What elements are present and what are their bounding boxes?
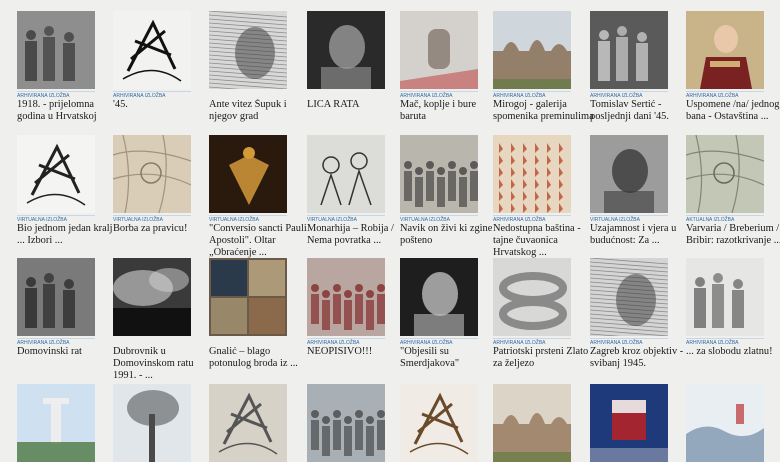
exhibition-title-link[interactable]: Zagreb kroz objektiv - svibanj 1945. [590,346,694,370]
exhibition-thumbnail[interactable] [307,258,385,336]
exhibition-thumbnail[interactable] [400,384,478,462]
exhibition-thumbnail[interactable] [17,11,95,89]
exhibition-thumbnail[interactable] [590,135,668,213]
exhibition-title-link[interactable]: Nedostupna baština - tajne čuvaonica Hrv… [493,223,597,260]
exhibition-title-link[interactable]: Ante vitez Šupuk i njegov grad [209,99,313,123]
exhibition-thumbnail[interactable] [493,384,571,462]
exhibition-category-label: VIRTUALNA IZLOŽBA [400,215,478,223]
exhibition-thumbnail[interactable] [686,11,764,89]
exhibition-thumbnail[interactable] [400,258,478,336]
exhibition-category-label: AKTUALNA IZLOŽBA [686,215,764,223]
exhibition-title-link[interactable]: Dubrovnik u Domovinskom ratu 1991. - ... [113,346,217,383]
exhibition-category-label: ARHIVIRANA IZLOŽBA [17,338,95,346]
exhibition-thumbnail[interactable] [686,135,764,213]
exhibition-thumbnail[interactable] [113,135,191,213]
exhibition-title-link[interactable]: Navik on živi ki zgine pošteno [400,223,504,247]
exhibition-title-link[interactable]: Monarhija – Robija / Nema povratka ... [307,223,411,247]
exhibition-thumbnail[interactable] [686,384,764,462]
exhibition-category-label: ARHIVIRANA IZLOŽBA [400,91,478,99]
exhibition-category-label: ARHIVIRANA IZLOŽBA [307,338,385,346]
exhibition-title-link[interactable]: Uzajamnost i vjera u budućnost: Za ... [590,223,694,247]
exhibition-category-label: VIRTUALNA IZLOŽBA [209,215,287,223]
exhibition-title-link[interactable]: Uspomene /na/ jednog bana - Ostavština .… [686,99,780,123]
exhibition-category-label: ARHIVIRANA IZLOŽBA [493,215,571,223]
exhibition-title-link[interactable]: "Conversio sancti Pauli Apostoli". Oltar… [209,223,313,260]
exhibition-title-link[interactable]: Domovinski rat [17,346,121,358]
exhibition-thumbnail[interactable] [590,11,668,89]
exhibition-thumbnail[interactable] [307,384,385,462]
exhibition-thumbnail[interactable] [307,135,385,213]
exhibition-title-link[interactable]: 1918. - prijelomna godina u Hrvatskoj [17,99,121,123]
exhibition-category-label: VIRTUALNA IZLOŽBA [17,215,95,223]
exhibition-thumbnail[interactable] [209,384,287,462]
exhibition-category-label: ARHIVIRANA IZLOŽBA [590,338,668,346]
exhibition-category-label: ARHIVIRANA IZLOŽBA [686,91,764,99]
exhibition-thumbnail[interactable] [493,135,571,213]
exhibition-category-label: ARHIVIRANA IZLOŽBA [113,91,191,99]
exhibition-title-link[interactable]: Bio jednom jedan kralj ... Izbori ... [17,223,121,247]
exhibition-title-link[interactable]: ... za slobodu zlatnu! [686,346,780,358]
exhibition-thumbnail[interactable] [590,258,668,336]
exhibition-thumbnail[interactable] [493,258,571,336]
exhibition-category-label: ARHIVIRANA IZLOŽBA [686,338,764,346]
exhibition-thumbnail[interactable] [113,384,191,462]
exhibition-thumbnail[interactable] [209,11,287,89]
exhibition-title-link[interactable]: '45. [113,99,217,111]
exhibition-title-link[interactable]: Borba za pravicu! [113,223,217,235]
exhibition-thumbnail[interactable] [17,135,95,213]
exhibition-category-label: VIRTUALNA IZLOŽBA [590,215,668,223]
exhibition-thumbnail[interactable] [307,11,385,89]
exhibition-title-link[interactable]: Mač, koplje i bure baruta [400,99,504,123]
exhibition-title-link[interactable]: Varvaria / Breberium / Bribir: razotkriv… [686,223,780,247]
exhibition-title-link[interactable]: Tomislav Sertić - posljednji dani '45. [590,99,694,123]
exhibition-thumbnail[interactable] [17,384,95,462]
virtual-exhibitions-grid: { "category_virtual": "VIRTUALNA IZLOŽBA… [0,0,780,462]
exhibition-thumbnail[interactable] [686,258,764,336]
exhibition-thumbnail[interactable] [400,135,478,213]
exhibition-thumbnail[interactable] [113,258,191,336]
exhibition-title-link[interactable]: LICA RATA [307,99,411,111]
exhibition-thumbnail[interactable] [590,384,668,462]
exhibition-title-link[interactable]: Gnalić – blago potonulog broda iz ... [209,346,313,370]
exhibition-category-label: ARHIVIRANA IZLOŽBA [590,91,668,99]
exhibition-category-label: ARHIVIRANA IZLOŽBA [493,91,571,99]
exhibition-thumbnail[interactable] [209,135,287,213]
exhibition-thumbnail[interactable] [113,11,191,89]
exhibition-category-label: ARHIVIRANA IZLOŽBA [400,338,478,346]
exhibition-thumbnail[interactable] [17,258,95,336]
exhibition-thumbnail[interactable] [493,11,571,89]
exhibition-category-label: VIRTUALNA IZLOŽBA [307,215,385,223]
exhibition-title-link[interactable]: NEOPISIVO!!! [307,346,411,358]
exhibition-title-link[interactable]: Patriotski prsteni Zlato za željezo [493,346,597,370]
exhibition-category-label: ARHIVIRANA IZLOŽBA [493,338,571,346]
exhibition-thumbnail[interactable] [209,258,287,336]
exhibition-thumbnail[interactable] [400,11,478,89]
exhibition-category-label: ARHIVIRANA IZLOŽBA [17,91,95,99]
exhibition-title-link[interactable]: Mirogoj - galerija spomenika preminulima [493,99,597,123]
exhibition-title-link[interactable]: "Objesili su Smerdjakova" [400,346,504,370]
exhibition-category-label: VIRTUALNA IZLOŽBA [113,215,191,223]
